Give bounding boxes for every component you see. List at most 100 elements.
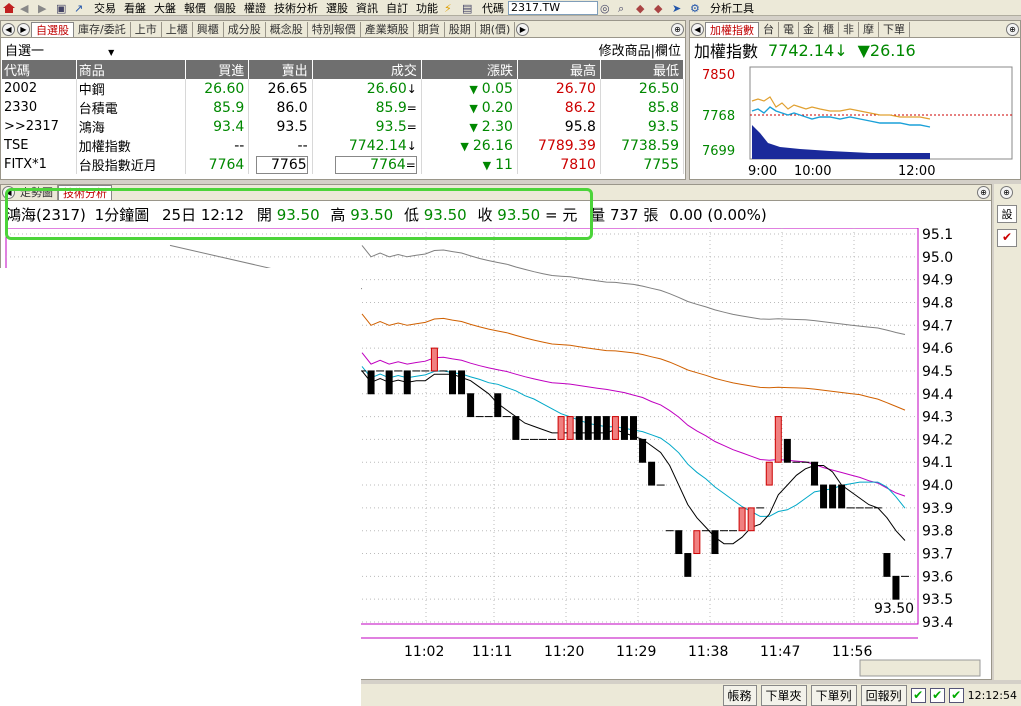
watchlist-row[interactable]: 2002 中鋼 26.60 26.65 26.60↓ ▼ 0.05 26.70 26.50: [2, 79, 685, 98]
zoom-icon[interactable]: ⊕: [1006, 23, 1019, 36]
index-header: 加權指數 7742.14↓ ▼26.16: [690, 38, 1020, 62]
zoom-icon[interactable]: ⊕: [1000, 186, 1013, 199]
tab-otc[interactable]: 上櫃: [162, 22, 193, 37]
save-icon[interactable]: ▤: [462, 2, 476, 15]
tab-order[interactable]: 下單: [879, 22, 910, 37]
menu-analysis-tools[interactable]: 分析工具: [706, 0, 758, 16]
zoom-icon[interactable]: ⊕: [671, 23, 684, 36]
column-header[interactable]: 漲跌: [421, 60, 518, 79]
back-icon[interactable]: ◀: [20, 2, 34, 15]
lightning-icon[interactable]: ⚡: [444, 2, 458, 15]
popout-icon[interactable]: ↗: [74, 2, 88, 15]
tab-more-icon[interactable]: ▶: [516, 23, 530, 36]
tab-watchlist[interactable]: 自選股: [31, 22, 74, 37]
code-input[interactable]: 2317.TW: [508, 0, 598, 15]
tab-concept[interactable]: 概念股: [266, 22, 308, 37]
column-header[interactable]: 賣出: [248, 60, 313, 79]
binoculars-icon[interactable]: ◎: [600, 2, 614, 15]
tag-icon[interactable]: ◆: [636, 2, 650, 15]
tab-taiex[interactable]: 加權指數: [705, 22, 759, 37]
field-button[interactable]: 欄位: [655, 44, 681, 59]
watch-name: 台股指數近月: [76, 155, 186, 174]
column-header[interactable]: 最低: [600, 60, 685, 79]
checkbox-2[interactable]: ✔: [929, 687, 945, 703]
menu-custom[interactable]: 自訂: [382, 0, 412, 16]
pointer-icon[interactable]: ➤: [672, 2, 686, 15]
index-x-label-1: 10:00: [794, 164, 831, 178]
column-header[interactable]: 成交: [312, 60, 422, 79]
column-header[interactable]: 最高: [517, 60, 601, 79]
status-bar: 帳務 下單夾 下單列 回報列 ✔ ✔ ✔ 12:12:54: [361, 684, 1021, 706]
tools-icon[interactable]: ⚙: [690, 2, 704, 15]
menu-trade[interactable]: 交易: [90, 0, 120, 16]
dropdown-icon[interactable]: ▼: [108, 48, 114, 57]
tab-inventory[interactable]: 庫存/委託: [74, 22, 131, 37]
x-tick-label: 11:29: [616, 644, 656, 660]
tab-options[interactable]: 期(價): [476, 22, 516, 37]
tab-scroll-left-icon[interactable]: ◀: [691, 23, 704, 36]
tab-scroll-right-icon[interactable]: ▶: [17, 23, 30, 36]
report-bar-button[interactable]: 回報列: [860, 684, 907, 706]
tab-components[interactable]: 成分股: [224, 22, 266, 37]
tab-listed[interactable]: 上市: [131, 22, 162, 37]
order-folder-button[interactable]: 下單夾: [760, 684, 807, 706]
menu-info[interactable]: 資訊: [352, 0, 382, 16]
watch-bid: 85.9: [185, 98, 250, 117]
modify-button[interactable]: 修改商品: [599, 44, 651, 59]
watchlist-selector[interactable]: 自選一 ▼: [5, 40, 114, 59]
tab-finance[interactable]: 金: [799, 22, 819, 37]
tab-stock-futures[interactable]: 股期: [445, 22, 476, 37]
watch-name: 鴻海: [76, 117, 186, 136]
checkbox-3[interactable]: ✔: [948, 687, 964, 703]
tag2-icon[interactable]: ◆: [654, 2, 668, 15]
tab-futures[interactable]: 期貨: [414, 22, 445, 37]
watchlist-row[interactable]: TSE 加權指數 -- -- 7742.14↓ ▼ 26.16 7789.39 7738.59: [2, 136, 685, 155]
indicator-button[interactable]: 設: [997, 205, 1017, 223]
watch-low: 26.50: [600, 79, 685, 98]
candle-body: [765, 461, 773, 486]
candle-body: [403, 370, 411, 395]
tab-emerging[interactable]: 興櫃: [193, 22, 224, 37]
right-toolbar: ⊕ 設 ✔: [994, 184, 1021, 680]
check-icon[interactable]: ✔: [997, 229, 1017, 247]
menu-quote[interactable]: 報價: [180, 0, 210, 16]
menu-screener[interactable]: 選股: [322, 0, 352, 16]
column-header[interactable]: 買進: [185, 60, 250, 79]
menu-watch[interactable]: 看盤: [120, 0, 150, 16]
watchlist-row[interactable]: 2330 台積電 85.9 86.0 85.9= ▼ 0.20 86.2 85.8: [2, 98, 685, 117]
menu-technical[interactable]: 技術分析: [270, 0, 322, 16]
watch-low: 93.5: [600, 117, 685, 136]
tab-industry[interactable]: 產業類股: [361, 22, 414, 37]
menu-warrant[interactable]: 權證: [240, 0, 270, 16]
search-icon[interactable]: ⌕: [618, 2, 632, 15]
watchlist-row[interactable]: FITX*1 台股指數近月 7764 7765 7764= ▼ 11 7810 7755: [2, 155, 685, 174]
menu-stock[interactable]: 個股: [210, 0, 240, 16]
index-tabs: ◀ 加權指數 台 電 金 櫃 非 摩 下單 ⊕: [690, 21, 1020, 38]
menu-market[interactable]: 大盤: [150, 0, 180, 16]
watch-name: 台積電: [76, 98, 186, 117]
tab-electronics[interactable]: 電: [779, 22, 799, 37]
checkbox-1[interactable]: ✔: [910, 687, 926, 703]
candle-body: [838, 484, 846, 509]
tab-non[interactable]: 非: [839, 22, 859, 37]
zoom-icon[interactable]: ⊕: [977, 186, 990, 199]
account-button[interactable]: 帳務: [722, 684, 757, 706]
column-header[interactable]: 商品: [76, 60, 186, 79]
menu-function[interactable]: 功能: [412, 0, 442, 16]
tab-special[interactable]: 特別報價: [308, 22, 361, 37]
order-bar-button[interactable]: 下單列: [810, 684, 857, 706]
y-tick-label: 93.8: [922, 524, 953, 540]
candle-body: [738, 507, 746, 532]
watchlist-row[interactable]: >>2317 鴻海 93.4 93.5 93.5= ▼ 2.30 95.8 93.5: [2, 117, 685, 136]
tab-msci[interactable]: 摩: [859, 22, 879, 37]
tab-tw[interactable]: 台: [759, 22, 779, 37]
column-header[interactable]: 代碼: [2, 60, 77, 79]
forward-icon[interactable]: ▶: [38, 2, 52, 15]
watch-ask: 26.65: [248, 79, 313, 98]
print-icon[interactable]: ▣: [56, 2, 70, 15]
y-tick-label: 94.2: [922, 432, 953, 448]
home-icon[interactable]: [2, 2, 16, 14]
watch-code: TSE: [2, 136, 77, 155]
tab-otc-index[interactable]: 櫃: [819, 22, 839, 37]
tab-scroll-left-icon[interactable]: ◀: [2, 23, 15, 36]
